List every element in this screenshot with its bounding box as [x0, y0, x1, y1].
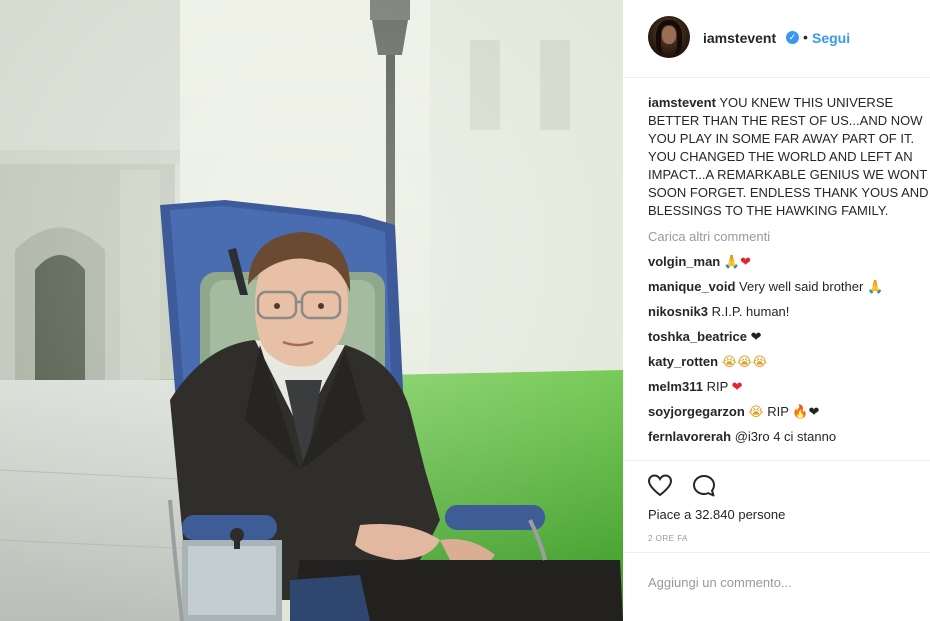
black-heart-emoji: ❤	[750, 330, 762, 345]
comments-list[interactable]: iamstevent YOU KNEW THIS UNIVERSE BETTER…	[648, 94, 930, 462]
comment-row: soyjorgegarzon 😭 RIP 🔥❤	[648, 403, 930, 421]
comment-row: melm311 RIP ❤	[648, 378, 930, 396]
comment-row: toshka_beatrice ❤	[648, 328, 930, 346]
caption-text: YOU KNEW THIS UNIVERSE BETTER THAN THE R…	[648, 95, 929, 218]
caption-username[interactable]: iamstevent	[648, 95, 716, 110]
comment-bubble-icon[interactable]	[691, 473, 717, 499]
crying-emoji: 😭	[736, 355, 753, 370]
post-actions: Piace a 32.840 persone 2 ORE FA	[623, 460, 930, 552]
comment-username[interactable]: nikosnik3	[648, 304, 708, 319]
comment-row: manique_void Very well said brother 🙏	[648, 278, 930, 296]
pray-emoji: 🙏	[866, 280, 884, 295]
comment-text: RIP	[767, 404, 789, 419]
comment-username[interactable]: volgin_man	[648, 254, 720, 269]
comment-text: @i3ro 4 ci stanno	[734, 429, 837, 444]
comment-text: R.I.P. human!	[711, 304, 790, 319]
heart-emoji: ❤	[731, 380, 743, 395]
avatar[interactable]	[648, 16, 690, 58]
black-heart-emoji: ❤	[808, 405, 820, 420]
fire-emoji: 🔥	[792, 405, 809, 420]
comment-username[interactable]: fernlavorerah	[648, 429, 731, 444]
comment-username[interactable]: katy_rotten	[648, 354, 718, 369]
comment-row: fernlavorerah @i3ro 4 ci stanno	[648, 428, 930, 446]
comment-row: volgin_man 🙏❤	[648, 253, 930, 271]
post-timestamp[interactable]: 2 ORE FA	[648, 534, 688, 543]
username-link[interactable]: iamstevent	[703, 30, 776, 46]
comment-username[interactable]: manique_void	[648, 279, 735, 294]
comment-text: RIP	[706, 379, 728, 394]
comment-username[interactable]: toshka_beatrice	[648, 329, 747, 344]
comment-text: Very well said brother	[739, 279, 864, 294]
crying-emoji: 😭	[748, 405, 764, 420]
heart-emoji: ❤	[740, 255, 751, 270]
add-comment-section: Aggiungi un commento...	[623, 552, 930, 621]
follow-button[interactable]: Segui	[812, 30, 850, 46]
comment-row: nikosnik3 R.I.P. human!	[648, 303, 930, 321]
crying-emoji: 😭	[752, 355, 768, 370]
post-photo	[0, 0, 623, 621]
likes-count[interactable]: Piace a 32.840 persone	[648, 507, 785, 522]
load-more-comments-button[interactable]: Carica altri commenti	[648, 228, 930, 246]
heart-outline-icon[interactable]	[647, 473, 673, 499]
post-header: iamstevent ✓ • Segui	[623, 0, 930, 78]
crying-emoji: 😭	[721, 355, 737, 370]
add-comment-input[interactable]: Aggiungi un commento...	[648, 575, 792, 590]
post-caption: iamstevent YOU KNEW THIS UNIVERSE BETTER…	[648, 94, 930, 220]
likes-text: Piace a 32.840 persone	[648, 507, 786, 522]
comment-username[interactable]: soyjorgegarzon	[648, 404, 745, 419]
comment-rows: volgin_man 🙏❤ manique_void Very well said…	[648, 253, 930, 446]
verified-badge-icon: ✓	[786, 31, 799, 44]
comment-username[interactable]: melm311	[648, 379, 703, 394]
photo-illustration	[0, 0, 623, 621]
post-sidebar: iamstevent ✓ • Segui iamstevent YOU KNEW…	[623, 0, 930, 621]
separator-dot: •	[803, 29, 808, 45]
pray-emoji: 🙏	[723, 255, 741, 270]
comment-row: katy_rotten 😭😭😭	[648, 353, 930, 371]
